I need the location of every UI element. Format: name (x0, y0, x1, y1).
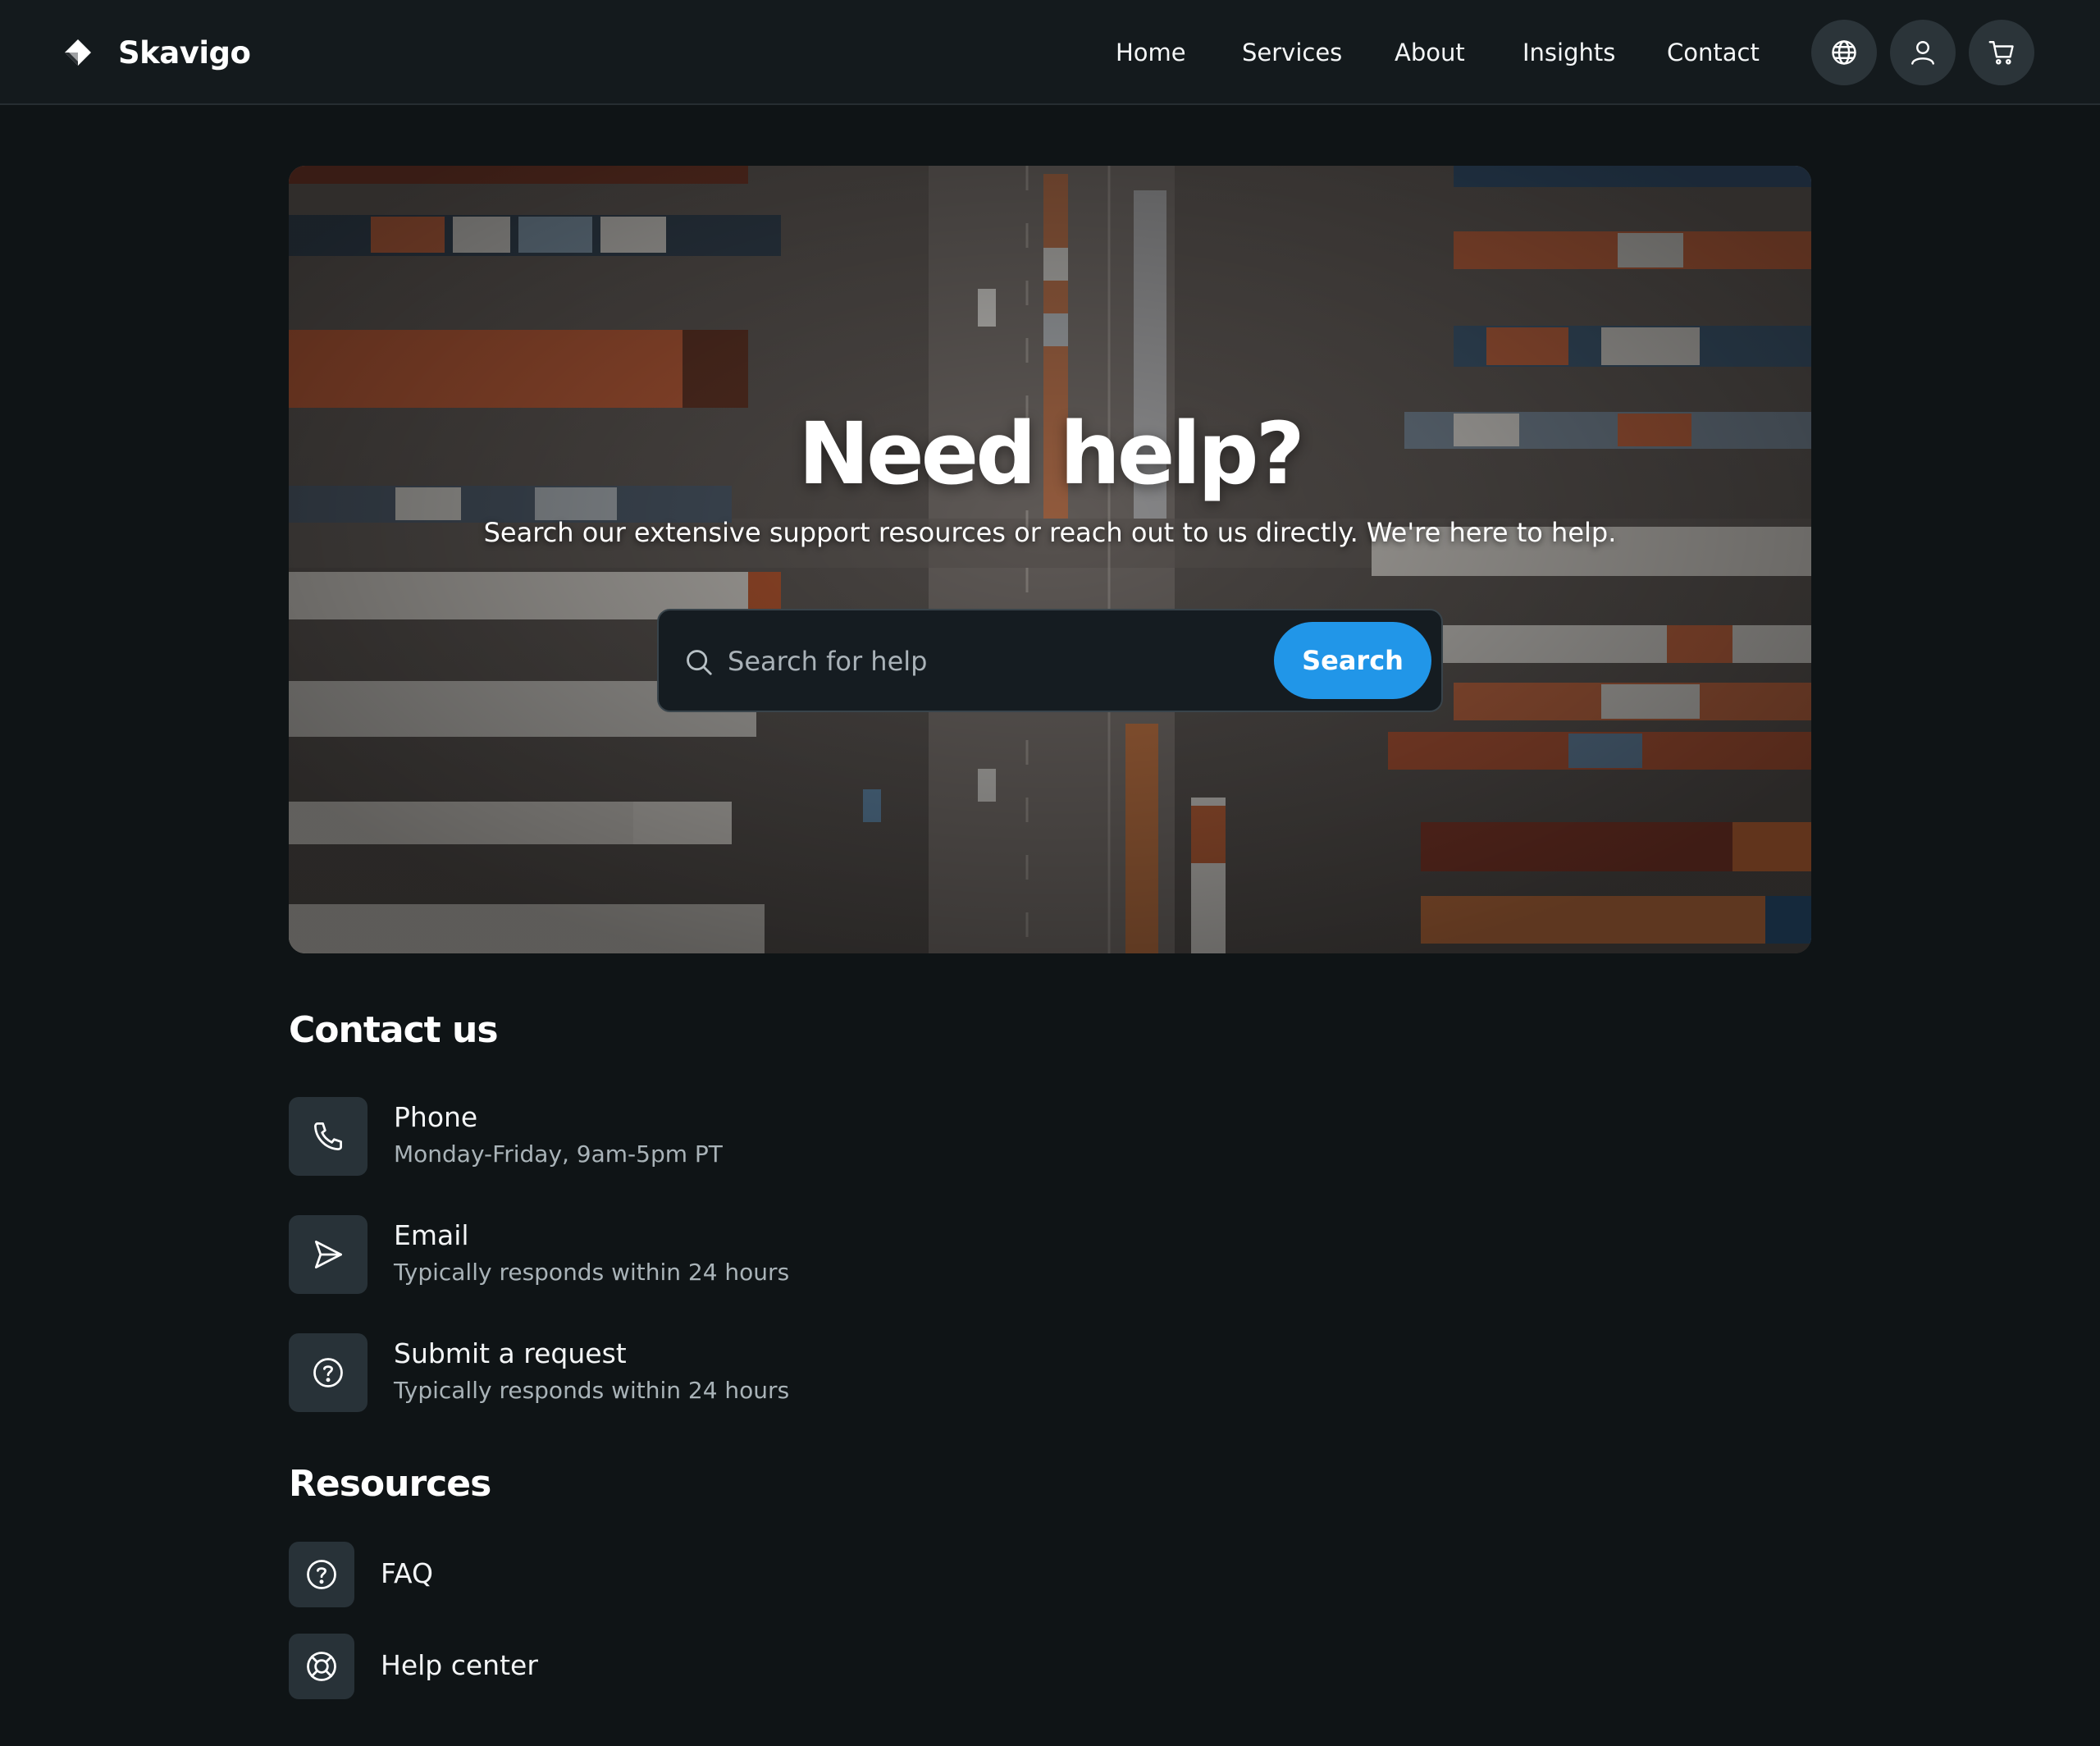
lifebuoy-icon (307, 1652, 336, 1681)
contact-icon-tile (289, 1215, 368, 1294)
resource-icon-tile (289, 1634, 354, 1699)
resources-heading: Resources (289, 1463, 491, 1505)
hero-title: Need help? (798, 404, 1305, 504)
search-input[interactable] (726, 632, 1221, 691)
main-nav: Home Services About Insights Contact (0, 34, 2100, 71)
search-button[interactable]: Search (1274, 622, 1431, 699)
container-yard-aerial-image (289, 166, 1811, 953)
nav-link-insights[interactable]: Insights (1522, 34, 1615, 71)
globe-icon (1832, 40, 1856, 65)
nav-link-services[interactable]: Services (1242, 34, 1342, 71)
contact-title: Email (394, 1219, 469, 1251)
contact-heading: Contact us (289, 1009, 499, 1051)
account-button[interactable] (1890, 20, 1956, 85)
contact-icon-tile (289, 1097, 368, 1176)
nav-link-contact[interactable]: Contact (1667, 34, 1760, 71)
nav-link-about[interactable]: About (1395, 34, 1465, 71)
user-icon (1911, 41, 1934, 65)
resource-label: FAQ (381, 1557, 433, 1589)
contact-subtitle: Typically responds within 24 hours (394, 1259, 790, 1286)
resource-icon-tile (289, 1542, 354, 1607)
phone-icon (314, 1122, 342, 1150)
hero-banner: Need help? Search our extensive support … (289, 166, 1811, 953)
contact-title: Submit a request (394, 1337, 627, 1369)
language-button[interactable] (1811, 20, 1877, 85)
search-icon (687, 650, 712, 675)
contact-title: Phone (394, 1101, 478, 1133)
contact-subtitle: Monday-Friday, 9am-5pm PT (394, 1140, 723, 1168)
hero-subtitle: Search our extensive support resources o… (483, 517, 1617, 548)
contact-subtitle: Typically responds within 24 hours (394, 1377, 790, 1404)
contact-icon-tile (289, 1333, 368, 1412)
nav-link-home[interactable]: Home (1116, 34, 1186, 71)
cart-button[interactable] (1969, 20, 2034, 85)
top-navigation-bar: Skavigo Home Services About Insights Con… (0, 0, 2100, 105)
help-search-bar: Search (657, 609, 1443, 712)
help-circle-icon (307, 1560, 336, 1589)
send-icon (314, 1241, 342, 1268)
help-circle-icon (313, 1358, 343, 1387)
cart-icon (1988, 41, 2014, 65)
resource-label: Help center (381, 1649, 538, 1681)
